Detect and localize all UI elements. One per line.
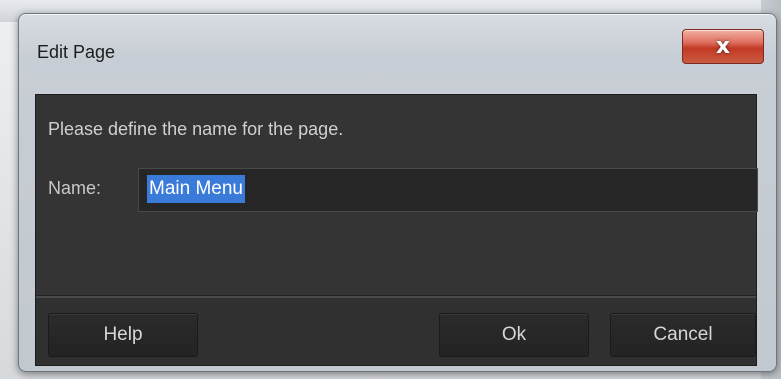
ok-button[interactable]: Ok — [439, 313, 589, 357]
title-bar[interactable]: Edit Page x — [19, 14, 776, 84]
help-button[interactable]: Help — [48, 313, 198, 357]
name-input-value[interactable]: Main Menu — [147, 175, 245, 203]
close-icon: x — [715, 33, 731, 59]
close-button[interactable]: x — [682, 29, 764, 64]
edit-page-dialog: Edit Page x Please define the name for t… — [18, 13, 777, 372]
dialog-body: Please define the name for the page. Nam… — [35, 94, 758, 366]
instruction-text: Please define the name for the page. — [48, 119, 344, 139]
name-input[interactable]: Main Menu — [138, 168, 758, 212]
cancel-button[interactable]: Cancel — [610, 313, 756, 357]
dialog-title: Edit Page — [37, 42, 116, 62]
dialog-footer: Help Ok Cancel — [36, 298, 756, 365]
name-label: Name: — [48, 178, 102, 198]
